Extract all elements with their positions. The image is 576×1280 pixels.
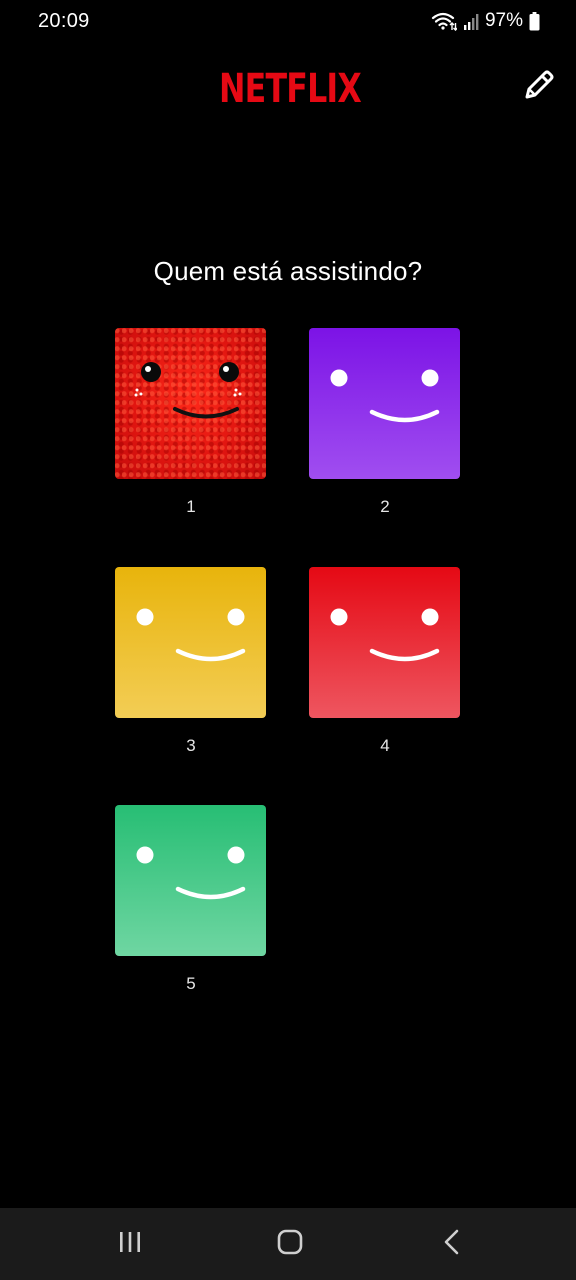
red-fur-avatar: [115, 328, 266, 479]
pencil-icon: [521, 67, 557, 108]
battery-icon: [529, 11, 540, 31]
who-is-watching-heading: Quem está assistindo?: [153, 256, 423, 286]
profile-1[interactable]: 1: [115, 328, 267, 517]
profile-name: 4: [380, 736, 390, 755]
back-icon: [441, 1228, 463, 1261]
profile-3[interactable]: 3: [115, 567, 267, 756]
status-time: 20:09: [38, 10, 90, 32]
profile-name: 2: [380, 497, 390, 516]
profile-select-screen: 20:09 97% NETFLIX Quem está assistindo? …: [0, 0, 576, 1280]
signal-icon: [463, 12, 479, 30]
red-smiley-avatar: [309, 567, 460, 718]
profile-2[interactable]: 2: [309, 328, 461, 517]
profile-name: 1: [186, 497, 196, 516]
recent-apps-icon: [117, 1230, 143, 1259]
home-icon: [276, 1228, 304, 1261]
recent-apps-button[interactable]: [108, 1226, 152, 1262]
netflix-logo-text: NETFLIX: [219, 66, 362, 112]
green-smiley-avatar: [115, 805, 266, 956]
profile-name: 3: [186, 736, 196, 755]
profile-4[interactable]: 4: [309, 567, 461, 756]
system-nav-bar: [0, 1208, 576, 1280]
home-button[interactable]: [268, 1226, 312, 1262]
wifi-icon: [431, 11, 457, 31]
battery-text: 97%: [484, 10, 523, 31]
profile-5[interactable]: 5: [115, 805, 267, 994]
profile-name: 5: [186, 974, 196, 993]
edit-profiles-button[interactable]: [518, 66, 560, 108]
status-bar: 20:09 97%: [0, 0, 576, 44]
yellow-smiley-avatar: [115, 567, 266, 718]
netflix-logo: NETFLIX: [218, 62, 363, 112]
status-icons: 97%: [431, 10, 540, 32]
back-button[interactable]: [430, 1226, 474, 1262]
purple-smiley-avatar: [309, 328, 460, 479]
